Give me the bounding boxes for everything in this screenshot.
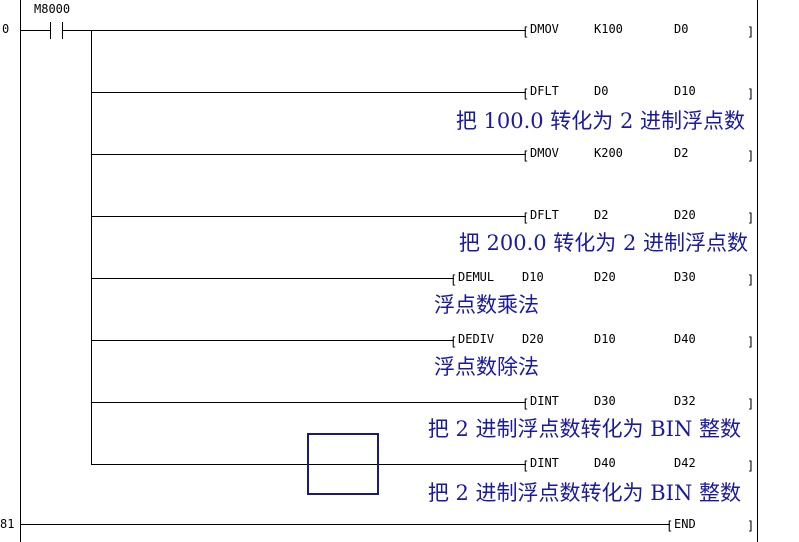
instruction-arg: D0 <box>674 22 688 36</box>
bracket-open: [ <box>450 273 457 287</box>
instruction-op: DINT <box>530 456 559 470</box>
bracket-close: ] <box>747 149 754 163</box>
bracket-close: ] <box>747 273 754 287</box>
bracket-open: [ <box>522 459 529 473</box>
end-instruction[interactable]: [ END ] <box>666 517 754 533</box>
instruction-op: DMOV <box>530 22 559 36</box>
instruction-arg: K100 <box>594 22 623 36</box>
contact-label: M8000 <box>34 2 70 16</box>
bracket-open: [ <box>522 149 529 163</box>
bracket-close: ] <box>747 25 754 39</box>
instruction-box[interactable]: [ DFLT D0 D10 ] <box>522 84 754 101</box>
instruction-arg: D40 <box>674 332 696 346</box>
instruction-arg: D0 <box>594 84 608 98</box>
bracket-open: [ <box>522 211 529 225</box>
instruction-comment: 把 100.0 转化为 2 进制浮点数 <box>456 109 745 133</box>
instruction-arg: D10 <box>674 84 696 98</box>
bracket-open: [ <box>522 25 529 39</box>
instruction-box[interactable]: [ DEMUL D10 D20 D30 ] <box>450 270 754 287</box>
instruction-op: DFLT <box>530 84 559 98</box>
instruction-box[interactable]: [ DINT D40 D42 ] <box>522 456 754 473</box>
instruction-arg: K200 <box>594 146 623 160</box>
instruction-arg: D40 <box>594 456 616 470</box>
end-label: END <box>674 517 696 531</box>
instruction-op: DINT <box>530 394 559 408</box>
instruction-box[interactable]: [ DFLT D2 D20 ] <box>522 208 754 225</box>
bracket-close: ] <box>747 211 754 225</box>
ladder-diagram: 0 M8000 [ DMOV K100 D0 ] [ DFLT D0 D10 ]… <box>0 0 758 542</box>
instruction-arg: D42 <box>674 456 696 470</box>
instruction-box[interactable]: [ DMOV K200 D2 ] <box>522 146 754 163</box>
bracket-close: ] <box>747 335 754 349</box>
instruction-arg: D20 <box>522 332 544 346</box>
instruction-arg: D30 <box>674 270 696 284</box>
instruction-op: DMOV <box>530 146 559 160</box>
step-number: 81 <box>0 517 14 531</box>
instruction-op: DEDIV <box>458 332 494 346</box>
bracket-close: ] <box>747 519 754 533</box>
instruction-arg: D30 <box>594 394 616 408</box>
instruction-comment: 把 2 进制浮点数转化为 BIN 整数 <box>428 417 741 441</box>
instruction-comment: 把 200.0 转化为 2 进制浮点数 <box>459 231 748 255</box>
instruction-box[interactable]: [ DEDIV D20 D10 D40 ] <box>450 332 754 349</box>
instruction-arg: D2 <box>674 146 688 160</box>
instruction-arg: D20 <box>594 270 616 284</box>
instruction-box[interactable]: [ DMOV K100 D0 ] <box>522 22 754 39</box>
bracket-open: [ <box>450 335 457 349</box>
instruction-op: DEMUL <box>458 270 494 284</box>
instruction-arg: D10 <box>594 332 616 346</box>
instruction-arg: D10 <box>522 270 544 284</box>
normally-open-contact[interactable] <box>50 22 63 39</box>
bracket-open: [ <box>522 397 529 411</box>
bracket-close: ] <box>747 397 754 411</box>
instruction-comment: 浮点数乘法 <box>434 293 539 317</box>
instruction-op: DFLT <box>530 208 559 222</box>
bracket-close: ] <box>747 459 754 473</box>
step-number: 0 <box>2 22 9 36</box>
instruction-arg: D32 <box>674 394 696 408</box>
instruction-arg: D2 <box>594 208 608 222</box>
bracket-open: [ <box>666 519 673 533</box>
instruction-box[interactable]: [ DINT D30 D32 ] <box>522 394 754 411</box>
instruction-comment: 浮点数除法 <box>434 355 539 379</box>
bracket-open: [ <box>522 87 529 101</box>
bracket-close: ] <box>747 87 754 101</box>
instruction-comment: 把 2 进制浮点数转化为 BIN 整数 <box>428 481 741 505</box>
instruction-arg: D20 <box>674 208 696 222</box>
